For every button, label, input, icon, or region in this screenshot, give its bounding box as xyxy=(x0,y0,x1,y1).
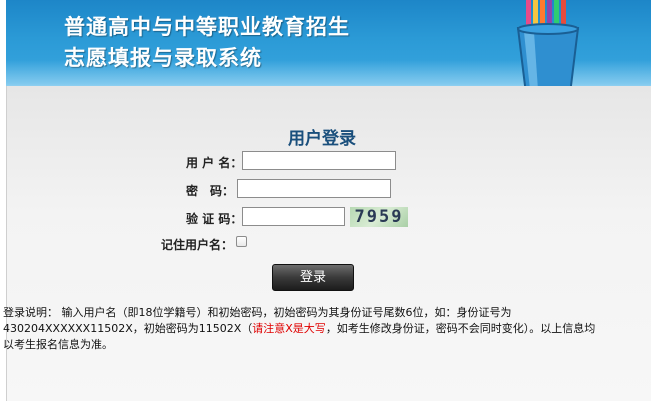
captcha-input[interactable] xyxy=(242,207,345,226)
password-label: 密 码： xyxy=(186,184,235,198)
password-input[interactable] xyxy=(237,179,391,198)
username-label: 用 户 名： xyxy=(186,156,243,170)
captcha-label: 验 证 码： xyxy=(186,212,243,226)
username-input[interactable] xyxy=(242,151,396,170)
remember-username-checkbox[interactable] xyxy=(236,236,247,247)
login-instructions: 登录说明： 输入用户名（即18位学籍号）和初始密码，初始密码为其身份证号尾数6位… xyxy=(3,305,603,353)
notice-uppercase-warning: 请注意X是大写 xyxy=(252,322,326,335)
captcha-image[interactable]: 7959 xyxy=(350,207,408,227)
login-button[interactable]: 登录 xyxy=(272,264,354,291)
system-title-line2: 志愿填报与录取系统 xyxy=(64,46,262,70)
pencil-cup-icon xyxy=(516,0,580,95)
remember-username-label: 记住用户名： xyxy=(161,238,234,252)
login-title: 用户登录 xyxy=(288,129,356,149)
system-title-line1: 普通高中与中等职业教育招生 xyxy=(64,15,350,39)
